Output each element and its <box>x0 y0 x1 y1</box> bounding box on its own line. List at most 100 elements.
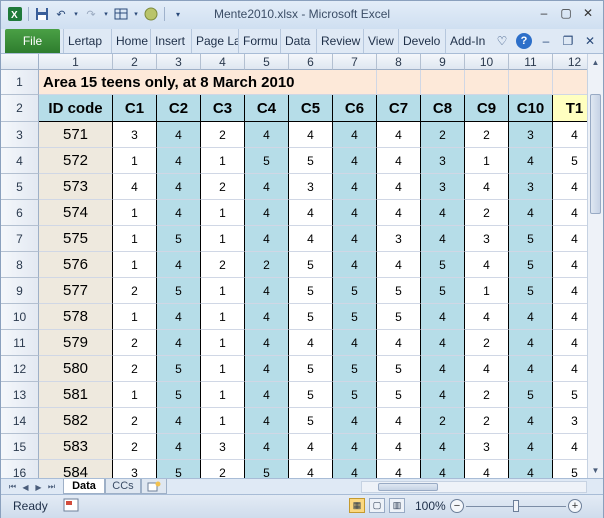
column-header[interactable]: 8 <box>377 54 421 70</box>
data-cell[interactable]: 4 <box>377 122 421 148</box>
data-cell[interactable]: 5 <box>289 356 333 382</box>
data-cell[interactable]: 4 <box>421 330 465 356</box>
data-cell[interactable]: 4 <box>333 252 377 278</box>
data-cell[interactable]: 4 <box>245 174 289 200</box>
data-cell[interactable]: 1 <box>201 226 245 252</box>
data-cell[interactable]: 1 <box>201 304 245 330</box>
data-cell[interactable]: 4 <box>113 174 157 200</box>
data-cell[interactable]: 4 <box>377 460 421 478</box>
spreadsheet-grid[interactable]: 1 2 3 4 5 6 7 8 9 10 11 12 1 2 3 4 5 6 7 8 9 10 11 12 13 14 15 16 Ar… <box>1 54 587 478</box>
data-cell[interactable]: 4 <box>377 148 421 174</box>
file-tab[interactable]: File <box>5 29 60 53</box>
row-header[interactable]: 1 <box>1 70 39 95</box>
id-code-cell[interactable]: 575 <box>39 226 113 252</box>
id-code-cell[interactable]: 577 <box>39 278 113 304</box>
select-all-corner[interactable] <box>1 54 39 70</box>
data-cell[interactable]: 1 <box>201 408 245 434</box>
data-cell[interactable]: 1 <box>113 382 157 408</box>
data-cell[interactable]: 3 <box>289 174 333 200</box>
column-title-cell[interactable]: C6 <box>333 95 377 122</box>
data-cell[interactable]: 3 <box>113 122 157 148</box>
data-cell[interactable]: 3 <box>377 226 421 252</box>
data-cell[interactable]: 4 <box>553 200 587 226</box>
column-header[interactable]: 7 <box>333 54 377 70</box>
data-cell[interactable]: 4 <box>289 434 333 460</box>
tab-page-layout[interactable]: Page La <box>191 29 238 53</box>
data-cell[interactable]: 2 <box>245 252 289 278</box>
tab-review[interactable]: Review <box>316 29 363 53</box>
horizontal-scrollbar[interactable] <box>361 481 587 493</box>
column-title-cell[interactable]: T1 <box>553 95 587 122</box>
data-cell[interactable]: 1 <box>465 278 509 304</box>
column-title-cell[interactable]: C8 <box>421 95 465 122</box>
data-cell[interactable]: 1 <box>113 226 157 252</box>
data-cell[interactable]: 5 <box>245 460 289 478</box>
data-cell[interactable]: 3 <box>201 434 245 460</box>
data-cell[interactable]: 4 <box>509 200 553 226</box>
zoom-out-icon[interactable]: − <box>450 499 464 513</box>
column-title-cell[interactable]: ID code <box>39 95 113 122</box>
data-cell[interactable]: 2 <box>421 408 465 434</box>
data-cell[interactable]: 5 <box>333 382 377 408</box>
data-cell[interactable]: 2 <box>201 252 245 278</box>
data-cell[interactable]: 2 <box>465 330 509 356</box>
zoom-in-icon[interactable]: + <box>568 499 582 513</box>
page-layout-view-icon[interactable]: ▢ <box>369 498 385 513</box>
data-cell[interactable]: 5 <box>553 460 587 478</box>
data-cell[interactable]: 5 <box>289 304 333 330</box>
data-cell[interactable]: 1 <box>201 356 245 382</box>
title-fill-cell[interactable] <box>377 70 421 95</box>
data-cell[interactable]: 4 <box>157 174 201 200</box>
data-cell[interactable]: 4 <box>333 174 377 200</box>
data-cell[interactable]: 5 <box>245 148 289 174</box>
row-header[interactable]: 7 <box>1 226 39 252</box>
data-cell[interactable]: 4 <box>509 408 553 434</box>
column-title-cell[interactable]: C10 <box>509 95 553 122</box>
sheet-title-cell[interactable]: Area 15 teens only, at 8 March 2010 <box>39 70 377 95</box>
row-header[interactable]: 11 <box>1 330 39 356</box>
data-cell[interactable]: 3 <box>465 226 509 252</box>
row-header[interactable]: 5 <box>1 174 39 200</box>
data-cell[interactable]: 1 <box>113 304 157 330</box>
data-cell[interactable]: 5 <box>421 252 465 278</box>
data-cell[interactable]: 4 <box>553 330 587 356</box>
row-header[interactable]: 8 <box>1 252 39 278</box>
data-cell[interactable]: 4 <box>289 226 333 252</box>
data-cell[interactable]: 5 <box>421 278 465 304</box>
data-cell[interactable]: 4 <box>465 304 509 330</box>
data-cell[interactable]: 4 <box>465 356 509 382</box>
tab-insert[interactable]: Insert <box>150 29 191 53</box>
minimize-ribbon-icon[interactable]: – <box>537 32 555 50</box>
data-cell[interactable]: 3 <box>553 408 587 434</box>
data-cell[interactable]: 2 <box>113 408 157 434</box>
data-cell[interactable]: 5 <box>289 148 333 174</box>
data-cell[interactable]: 4 <box>421 356 465 382</box>
data-cell[interactable]: 4 <box>157 122 201 148</box>
data-cell[interactable]: 4 <box>333 434 377 460</box>
data-cell[interactable]: 4 <box>377 408 421 434</box>
data-cell[interactable]: 5 <box>289 408 333 434</box>
data-cell[interactable]: 4 <box>289 200 333 226</box>
data-cell[interactable]: 4 <box>245 408 289 434</box>
data-cell[interactable]: 4 <box>333 226 377 252</box>
data-cell[interactable]: 4 <box>465 252 509 278</box>
data-cell[interactable]: 5 <box>553 382 587 408</box>
row-header[interactable]: 10 <box>1 304 39 330</box>
data-cell[interactable]: 4 <box>421 304 465 330</box>
data-cell[interactable]: 5 <box>377 356 421 382</box>
macro-record-icon[interactable] <box>63 498 79 512</box>
data-cell[interactable]: 4 <box>421 460 465 478</box>
data-cell[interactable]: 4 <box>553 356 587 382</box>
horizontal-scroll-thumb[interactable] <box>378 483 438 491</box>
data-cell[interactable]: 4 <box>245 304 289 330</box>
data-cell[interactable]: 4 <box>289 122 333 148</box>
id-code-cell[interactable]: 584 <box>39 460 113 478</box>
sheet-tab-data[interactable]: Data <box>63 479 105 494</box>
row-header[interactable]: 12 <box>1 356 39 382</box>
data-cell[interactable]: 5 <box>289 252 333 278</box>
data-cell[interactable]: 3 <box>509 174 553 200</box>
restore-icon[interactable]: ▢ <box>555 4 577 22</box>
title-fill-cell[interactable] <box>553 70 587 95</box>
data-cell[interactable]: 4 <box>553 252 587 278</box>
title-fill-cell[interactable] <box>465 70 509 95</box>
